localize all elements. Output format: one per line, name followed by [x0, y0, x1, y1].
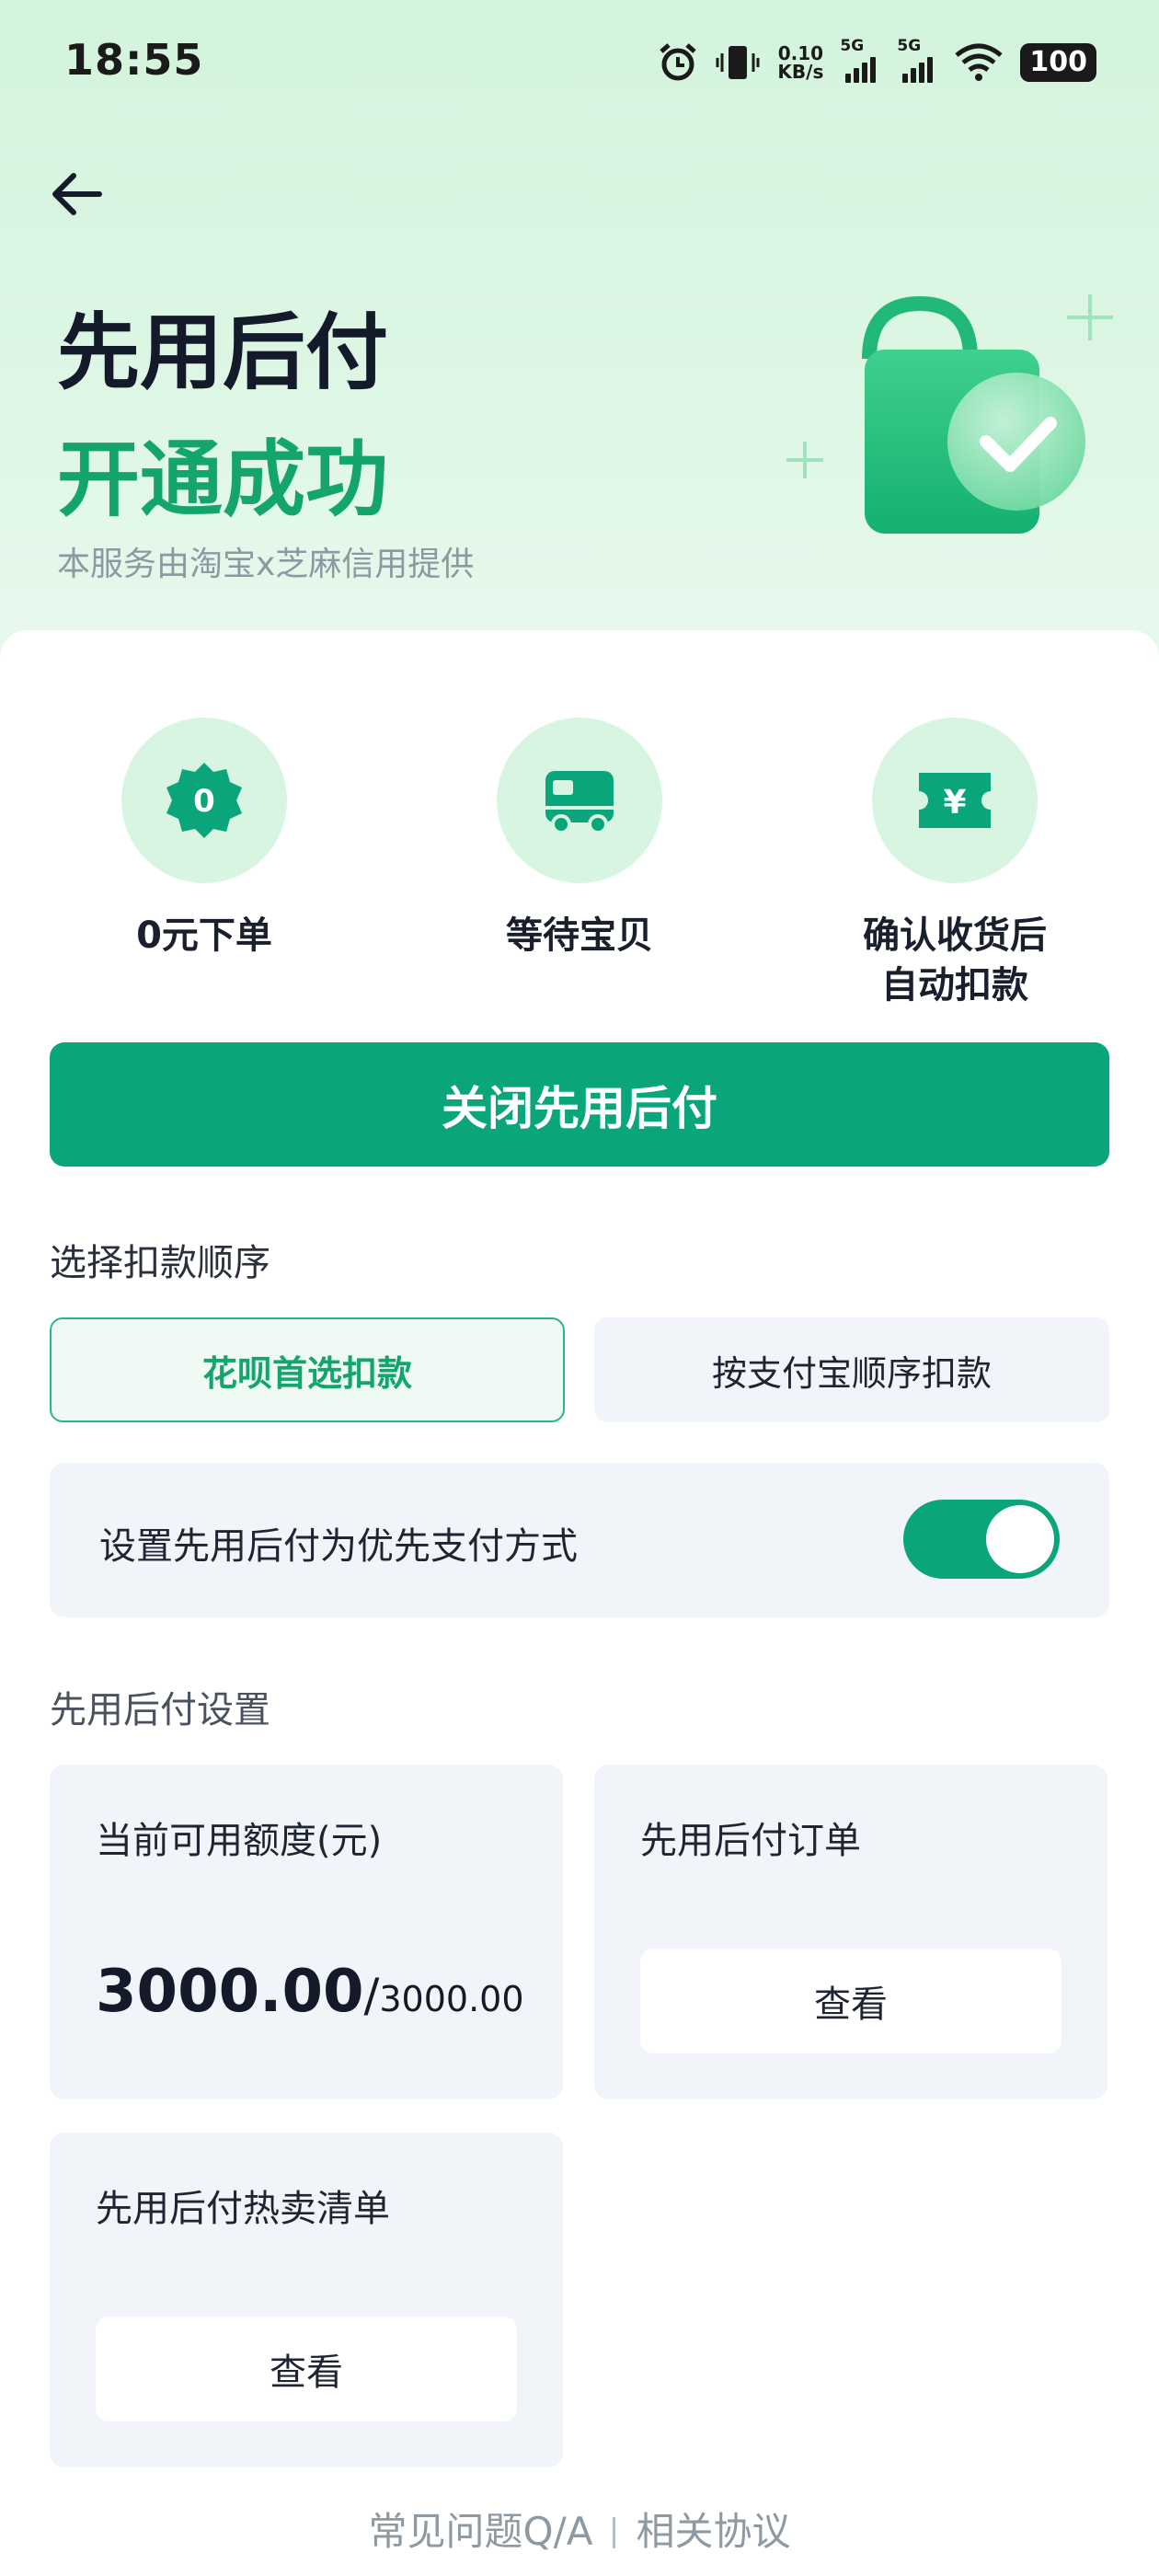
feature-circle — [497, 718, 662, 883]
view-orders-button[interactable]: 查看 — [640, 1949, 1061, 2053]
feature-label: 等待宝贝 — [506, 914, 653, 957]
credit-total: 3000.00 — [379, 1979, 524, 2019]
credit-tile: 当前可用额度(元) 3000.00/3000.00 — [50, 1765, 563, 2099]
feature-auto-deduct: ¥ 确认收货后 自动扣款 — [817, 718, 1093, 1010]
alarm-icon — [660, 43, 697, 81]
feature-wait-goods: 等待宝贝 — [442, 718, 717, 960]
page-title: 先用后付 — [57, 305, 388, 401]
provider-note: 本服务由淘宝x芝麻信用提供 — [57, 546, 475, 583]
shopping-bag-check-icon — [786, 294, 1113, 534]
feature-label: 0元下单 — [136, 914, 272, 957]
battery-icon: 100 — [1020, 43, 1096, 82]
truck-icon — [545, 771, 614, 834]
faq-link[interactable]: 常见问题Q/A — [369, 2509, 593, 2554]
back-arrow-icon[interactable] — [46, 162, 110, 226]
feature-zero-order: 0 0元下单 — [66, 718, 342, 960]
feature-circle: ¥ — [872, 718, 1038, 883]
credit-available: 3000.00 — [96, 1958, 364, 2026]
net-speed: 0.10 KB/s — [777, 44, 823, 81]
preferred-payment-row: 设置先用后付为优先支付方式 — [50, 1463, 1109, 1617]
view-hot-list-button[interactable]: 查看 — [96, 2317, 517, 2421]
zero-badge-text: 0 — [193, 783, 215, 820]
yuan-symbol: ¥ — [943, 784, 966, 822]
hot-list-tile: 先用后付热卖清单 查看 — [50, 2133, 563, 2467]
order-option-alipay[interactable]: 按支付宝顺序扣款 — [594, 1317, 1109, 1422]
sim2-label: 5G — [897, 37, 922, 55]
signal-sim1-icon: 5G — [840, 37, 880, 83]
hot-list-title: 先用后付热卖清单 — [96, 2188, 390, 2230]
close-pay-later-button[interactable]: 关闭先用后付 — [50, 1042, 1109, 1167]
toggle-knob — [986, 1505, 1054, 1573]
preferred-payment-label: 设置先用后付为优先支付方式 — [99, 1525, 578, 1568]
footer-divider — [613, 2517, 616, 2548]
net-speed-value: 0.10 — [777, 42, 824, 64]
status-icons: 0.10 KB/s 5G 5G 100 — [658, 37, 1096, 88]
credit-amount: 3000.00/3000.00 — [96, 1958, 524, 2026]
signal-sim2-icon: 5G — [897, 37, 937, 83]
success-title: 开通成功 — [57, 431, 388, 528]
agreements-link[interactable]: 相关协议 — [636, 2509, 790, 2554]
feature-label: 确认收货后 自动扣款 — [863, 914, 1047, 1006]
yuan-ticket-icon: ¥ — [919, 773, 991, 828]
feature-circle: 0 — [121, 718, 287, 883]
zero-badge-icon: 0 — [166, 763, 242, 838]
status-bar: 18:55 0.10 KB/s 5G 5G 100 — [0, 0, 1159, 129]
status-time: 18:55 — [64, 35, 204, 85]
wifi-icon — [955, 43, 1003, 81]
net-speed-unit: KB/s — [777, 61, 824, 83]
orders-title: 先用后付订单 — [640, 1820, 861, 1862]
credit-separator: / — [363, 1969, 380, 2022]
footer-links: 常见问题Q/A 相关协议 — [0, 2501, 1159, 2557]
orders-tile: 先用后付订单 查看 — [594, 1765, 1107, 2099]
deduction-order-label: 选择扣款顺序 — [50, 1242, 270, 1284]
vibrate-icon — [716, 46, 760, 79]
preferred-payment-toggle[interactable] — [903, 1500, 1060, 1579]
settings-section-label: 先用后付设置 — [50, 1689, 270, 1731]
order-option-huabei[interactable]: 花呗首选扣款 — [50, 1317, 565, 1422]
sim1-label: 5G — [840, 37, 865, 55]
credit-title: 当前可用额度(元) — [96, 1820, 383, 1862]
